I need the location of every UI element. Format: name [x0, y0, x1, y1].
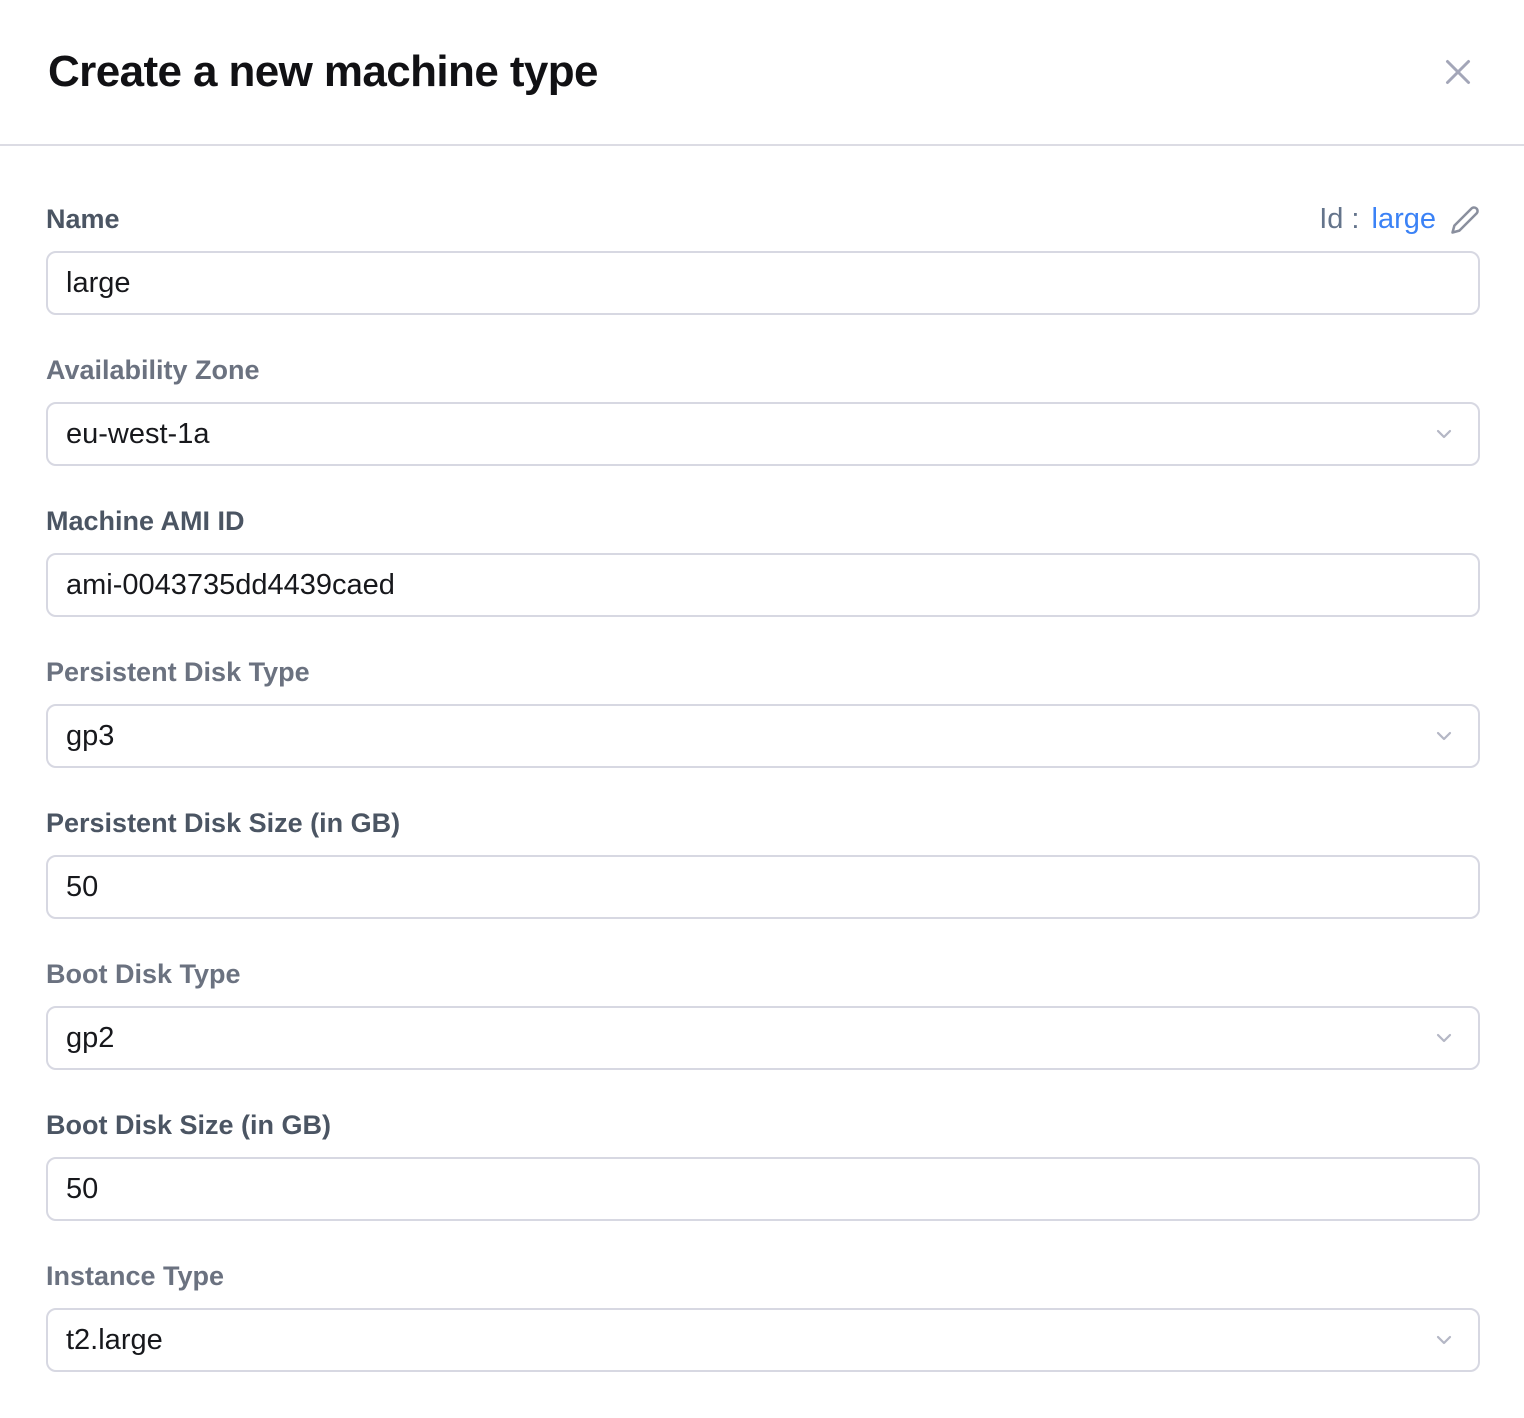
field-head: Availability Zone: [46, 355, 1480, 386]
field-label-name: Name: [46, 204, 120, 235]
field-group-persistent-disk-type: Persistent Disk Type gp3: [46, 657, 1480, 768]
field-label-persistent-disk-type: Persistent Disk Type: [46, 657, 310, 688]
field-label-machine-ami-id: Machine AMI ID: [46, 506, 245, 537]
chevron-down-icon: [1432, 1026, 1456, 1050]
field-group-boot-disk-size: Boot Disk Size (in GB): [46, 1110, 1480, 1221]
field-head: Boot Disk Size (in GB): [46, 1110, 1480, 1141]
create-machine-type-modal: Create a new machine type Name Id : larg…: [0, 0, 1524, 1418]
select-value: gp2: [66, 1022, 114, 1055]
text-input-boot-disk-size[interactable]: [46, 1157, 1480, 1221]
field-group-machine-ami-id: Machine AMI ID: [46, 506, 1480, 617]
text-input-name[interactable]: [46, 251, 1480, 315]
select-value: eu-west-1a: [66, 418, 209, 451]
chevron-down-icon: [1432, 724, 1456, 748]
pencil-icon: [1450, 205, 1480, 235]
x-icon: [1440, 54, 1476, 90]
select-value: t2.large: [66, 1324, 163, 1357]
field-head: Boot Disk Type: [46, 959, 1480, 990]
chevron-down-icon: [1432, 422, 1456, 446]
select-boot-disk-type[interactable]: gp2: [46, 1006, 1480, 1070]
modal-body: Name Id : large Availability Zone eu-wes…: [0, 146, 1524, 1372]
field-label-boot-disk-type: Boot Disk Type: [46, 959, 241, 990]
field-group-persistent-disk-size: Persistent Disk Size (in GB): [46, 808, 1480, 919]
field-group-boot-disk-type: Boot Disk Type gp2: [46, 959, 1480, 1070]
edit-id-button[interactable]: [1450, 205, 1480, 235]
field-head: Persistent Disk Type: [46, 657, 1480, 688]
field-label-instance-type: Instance Type: [46, 1261, 224, 1292]
field-head: Machine AMI ID: [46, 506, 1480, 537]
field-label-boot-disk-size: Boot Disk Size (in GB): [46, 1110, 331, 1141]
field-group-name: Name Id : large: [46, 204, 1480, 315]
field-group-instance-type: Instance Type t2.large: [46, 1261, 1480, 1372]
text-input-persistent-disk-size[interactable]: [46, 855, 1480, 919]
select-availability-zone[interactable]: eu-west-1a: [46, 402, 1480, 466]
id-prefix-label: Id :: [1319, 205, 1359, 234]
text-input-machine-ami-id[interactable]: [46, 553, 1480, 617]
field-label-availability-zone: Availability Zone: [46, 355, 260, 386]
close-button[interactable]: [1434, 48, 1482, 96]
field-group-availability-zone: Availability Zone eu-west-1a: [46, 355, 1480, 466]
id-value: large: [1372, 205, 1437, 234]
id-display: Id : large: [1319, 205, 1480, 235]
modal-title: Create a new machine type: [48, 48, 598, 96]
modal-header: Create a new machine type: [0, 0, 1524, 146]
chevron-down-icon: [1432, 1328, 1456, 1352]
select-instance-type[interactable]: t2.large: [46, 1308, 1480, 1372]
field-label-persistent-disk-size: Persistent Disk Size (in GB): [46, 808, 400, 839]
field-head: Persistent Disk Size (in GB): [46, 808, 1480, 839]
select-persistent-disk-type[interactable]: gp3: [46, 704, 1480, 768]
field-head: Name Id : large: [46, 204, 1480, 235]
select-value: gp3: [66, 720, 114, 753]
field-head: Instance Type: [46, 1261, 1480, 1292]
